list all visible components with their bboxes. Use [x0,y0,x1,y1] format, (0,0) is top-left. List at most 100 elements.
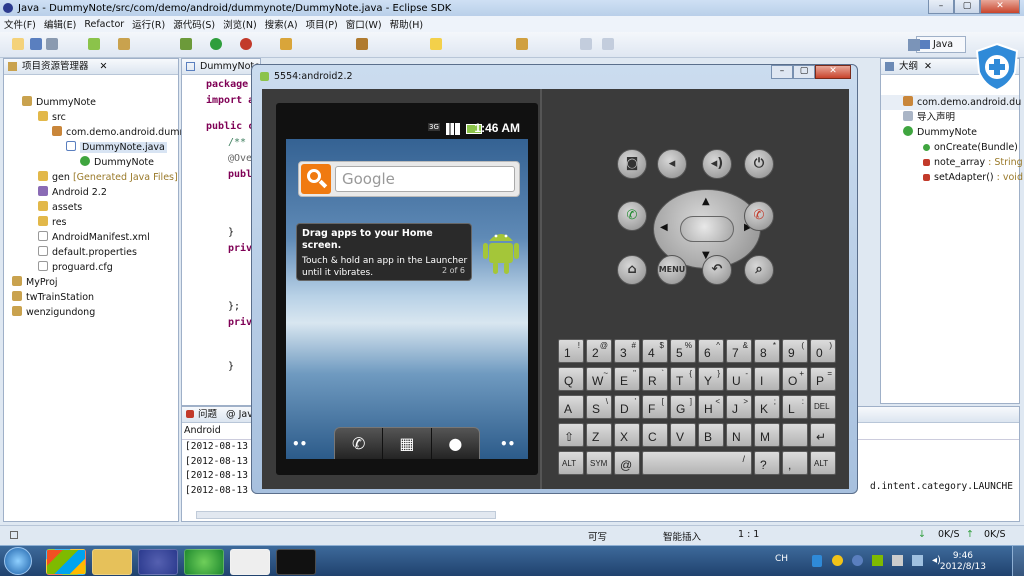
tray-help-icon[interactable] [852,555,863,566]
phone-icon[interactable]: ✆ [335,428,384,459]
search-icon[interactable] [301,164,331,194]
keyboard-key[interactable]: @ [614,451,640,475]
keyboard-key[interactable]: ALT [558,451,584,475]
browser-icon[interactable]: ● [432,428,479,459]
search-button-icon[interactable]: ⌕ [744,255,774,285]
tree-item[interactable]: MyProj [4,275,178,290]
keyboard-key[interactable]: Z [586,423,612,447]
menu-edit[interactable]: 编辑(E) [40,17,80,31]
outline-item[interactable]: setAdapter() : void [881,170,1023,185]
keyboard-key[interactable]: C [642,423,668,447]
taskbar-notepad-icon[interactable] [230,549,270,575]
menu-search[interactable]: 搜索(A) [261,17,302,31]
keyboard-key[interactable]: G] [670,395,696,419]
tree-item[interactable]: res [4,215,178,230]
dpad-up-icon[interactable]: ▲ [702,196,710,207]
input-language[interactable]: CH [775,554,788,564]
security-shield-icon[interactable] [974,42,1020,92]
open-type-icon[interactable] [280,38,292,50]
keyboard-key[interactable]: F[ [642,395,668,419]
keyboard-key[interactable]: U- [726,367,752,391]
tree-item[interactable]: DummyNote.java [4,140,178,155]
start-button-icon[interactable] [4,547,32,575]
console-scrollbar[interactable] [196,511,496,519]
menu-project[interactable]: 项目(P) [302,17,342,31]
new-icon[interactable] [12,38,24,50]
tray-nvidia-icon[interactable] [872,555,883,566]
power-button-icon[interactable]: ⏻ [744,149,774,179]
keyboard-key[interactable]: 9( [782,339,808,363]
menu-refactor[interactable]: Refactor [80,19,128,30]
tree-item[interactable]: src [4,110,178,125]
keyboard-key[interactable]: 2 @ [586,339,612,363]
menu-run[interactable]: 运行(R) [128,17,169,31]
keyboard-key[interactable]: 1! [558,339,584,363]
tree-item[interactable]: gen [Generated Java Files] [4,170,178,185]
keyboard-key[interactable]: W ~ [586,367,612,391]
keyboard-key[interactable]: I [754,367,780,391]
volume-down-button-icon[interactable]: ◂ [657,149,687,179]
keyboard-key[interactable]: J > [726,395,752,419]
perspective-java[interactable]: Java [916,36,966,53]
tree-item[interactable]: Android 2.2 [4,185,178,200]
menu-source[interactable]: 源代码(S) [169,17,219,31]
back-button-icon[interactable]: ↶ [702,255,732,285]
tree-item[interactable]: assets [4,200,178,215]
keyboard-key[interactable]: R ` [642,367,668,391]
keyboard-key[interactable]: ⇧ [558,423,584,447]
keyboard-key[interactable]: A [558,395,584,419]
home-tip-bubble[interactable]: Drag apps to your Home screen. Touch & h… [296,223,472,281]
tree-item[interactable]: wenzigundong [4,305,178,320]
keyboard-key[interactable]: , [782,451,808,475]
back-icon[interactable] [580,38,592,50]
call-button-icon[interactable]: ✆ [617,201,647,231]
tray-flag-icon[interactable] [892,555,903,566]
close-button[interactable]: ✕ [980,0,1020,14]
next-annotation-icon[interactable] [516,38,528,50]
outline-item[interactable]: note_array : String [881,155,1023,170]
tree-item[interactable]: twTrainStation [4,290,178,305]
end-call-button-icon[interactable]: ✆ [744,201,774,231]
keyboard-key[interactable]: 0) [810,339,836,363]
dpad-left-icon[interactable]: ◀ [660,222,668,233]
keyboard-key[interactable]: 4 $ [642,339,668,363]
app-drawer-icon[interactable]: ▦ [383,428,432,459]
taskbar-cmd-icon[interactable] [276,549,316,575]
toggle-mark-icon[interactable] [430,38,442,50]
keyboard-key[interactable]: N [726,423,752,447]
google-search-widget[interactable]: Google [298,161,520,197]
taskbar-ie-icon[interactable] [184,549,224,575]
volume-up-button-icon[interactable]: ◂) [702,149,732,179]
keyboard-key[interactable]: SYM [586,451,612,475]
tree-item[interactable]: default.properties [4,245,178,260]
run-icon[interactable] [210,38,222,50]
dpad-center-button[interactable] [680,216,734,242]
menu-help[interactable]: 帮助(H) [386,17,428,31]
menu-window[interactable]: 窗口(W) [342,17,386,31]
keyboard-key[interactable]: T{ [670,367,696,391]
keyboard-key[interactable]: D ' [614,395,640,419]
tree-item[interactable]: DummyNote [4,95,178,110]
save-icon[interactable] [30,38,42,50]
keyboard-key[interactable]: 7 & [726,339,752,363]
explorer-tab[interactable]: 项目资源管理器 ✕ [4,59,178,75]
home-button-icon[interactable]: ⌂ [617,255,647,285]
menu-file[interactable]: 文件(F) [0,17,40,31]
keyboard-key[interactable]: ↵ [810,423,836,447]
keyboard-key[interactable]: B [698,423,724,447]
close-icon[interactable]: ✕ [100,61,108,72]
outline-item[interactable]: com.demo.android.du [881,95,1021,110]
keyboard-key[interactable]: P = [810,367,836,391]
google-search-input[interactable]: Google [335,166,515,192]
javadoc-tab[interactable]: @ Jav [226,409,253,420]
menu-button[interactable]: MENU [657,255,687,285]
keyboard-key[interactable]: V [670,423,696,447]
keyboard-key[interactable]: 8 * [754,339,780,363]
tray-clock[interactable]: 9:46 2012/8/13 [940,551,986,573]
emu-close-button[interactable]: ✕ [815,65,851,79]
tree-item[interactable]: com.demo.android.dumm [4,125,189,140]
tray-shield-icon[interactable] [812,555,822,567]
restore-button[interactable]: ▢ [954,0,980,14]
open-perspective-icon[interactable] [908,39,920,51]
keyboard-key[interactable]: S \ [586,395,612,419]
